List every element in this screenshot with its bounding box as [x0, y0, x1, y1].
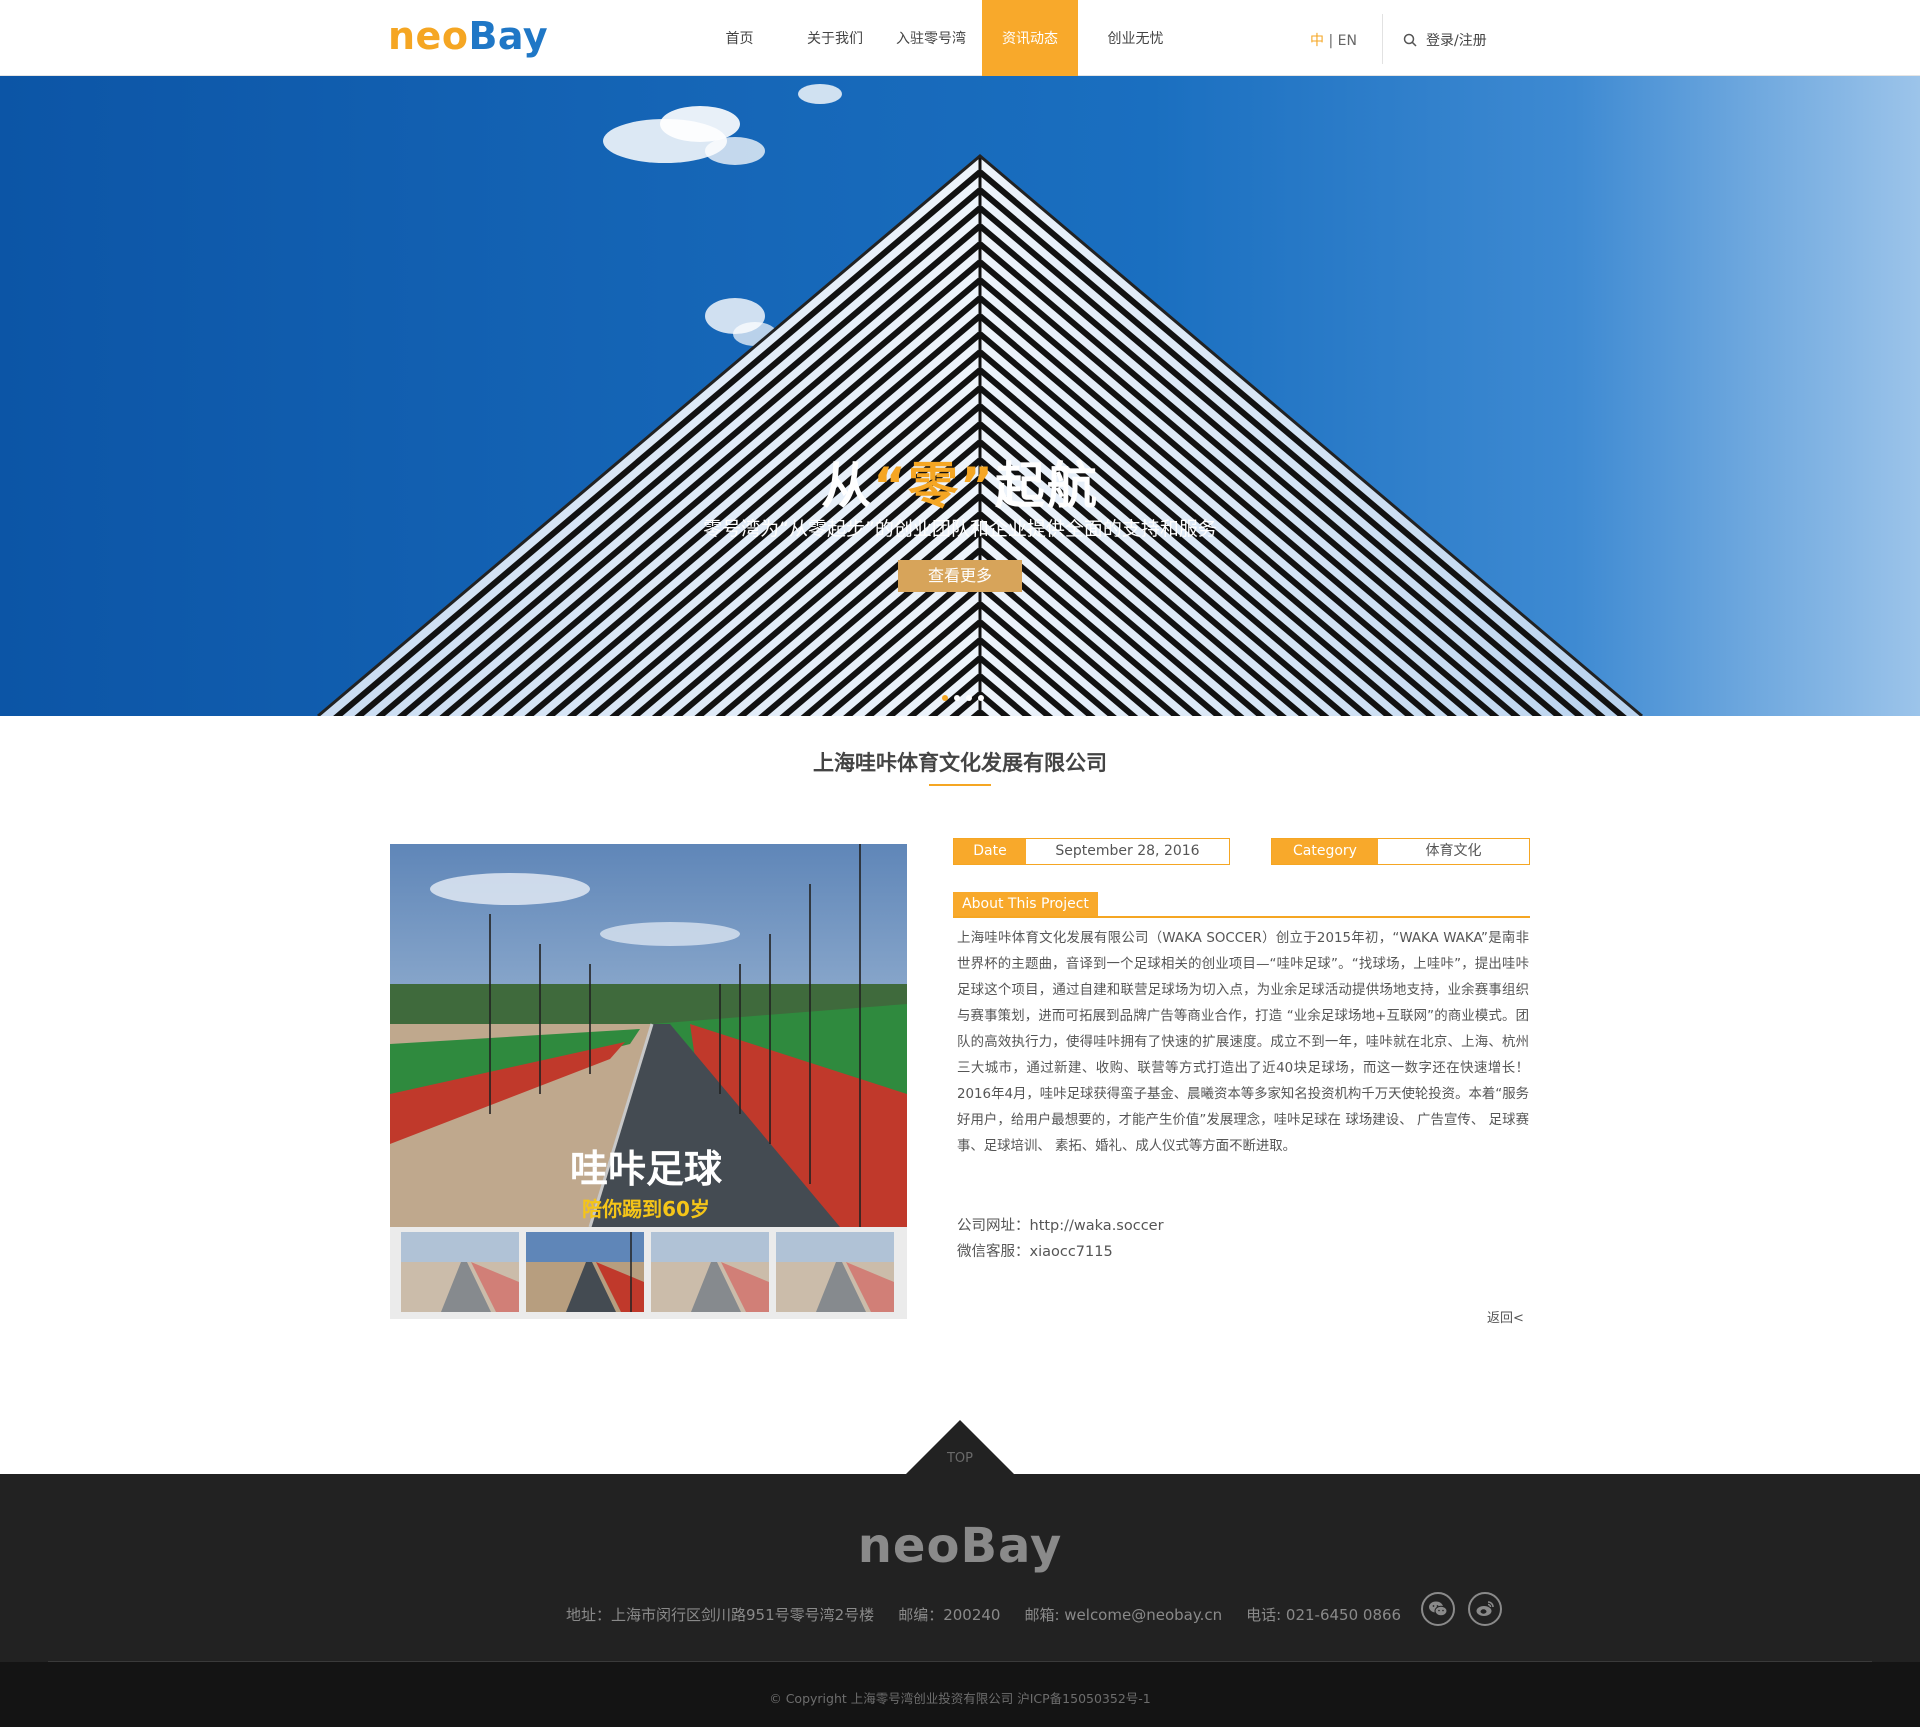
nav-item-about[interactable]: 关于我们 [790, 0, 880, 76]
slider-dot-3[interactable] [966, 695, 972, 701]
slider-dot-4[interactable] [978, 695, 984, 701]
thumbnail-strip [401, 1232, 894, 1312]
hero-subtitle: 零号湾为“从零起步”的创业团队和企业提供全面的支持和服务 [703, 518, 1217, 540]
category-label: Category [1272, 839, 1378, 864]
view-more-button[interactable]: 查看更多 [898, 560, 1022, 592]
page-title: 上海哇咔体育文化发展有限公司 [813, 751, 1107, 775]
nav-item-join[interactable]: 入驻零号湾 [880, 0, 982, 76]
site-footer: neoBay 地址：上海市闵行区剑川路951号零号湾2号楼 邮编：200240 … [0, 1474, 1920, 1662]
thumbnail-1[interactable] [401, 1232, 519, 1312]
photo-caption-sub: 陪你踢到60岁 [582, 1197, 710, 1221]
main-nav: 首页 关于我们 入驻零号湾 资讯动态 创业无忧 [689, 0, 1193, 76]
search-icon[interactable] [1403, 33, 1417, 47]
nav-item-home[interactable]: 首页 [689, 0, 790, 76]
category-value[interactable]: 体育文化 [1378, 839, 1529, 864]
category-box: Category 体育文化 [1271, 838, 1530, 865]
nav-item-startup[interactable]: 创业无忧 [1078, 0, 1193, 76]
footer-phone: 电话: 021-6450 0866 [1246, 1606, 1402, 1624]
weibo-icon[interactable] [1468, 1592, 1502, 1626]
header-divider [1382, 14, 1383, 64]
photo-caption-main: 哇咔足球 [570, 1147, 723, 1191]
slider-dot-2[interactable] [954, 695, 960, 701]
about-tab: About This Project [953, 892, 1098, 916]
login-label: 登录/注册 [1426, 33, 1487, 49]
footer-postcode: 邮编：200240 [898, 1606, 1001, 1624]
back-link[interactable]: 返回< [1487, 1307, 1524, 1326]
slider-dot-1[interactable] [942, 695, 948, 701]
footer-logo: neoBay [857, 1518, 1063, 1574]
project-gallery: 哇咔足球 陪你踢到60岁 [390, 844, 907, 1319]
top-arrow-icon [905, 1420, 1015, 1475]
about-text: 上海哇咔体育文化发展有限公司（WAKA SOCCER）创立于2015年初，“WA… [957, 931, 1529, 1154]
date-label: Date [954, 839, 1026, 864]
date-value: September 28, 2016 [1055, 843, 1200, 859]
copyright-bar: © Copyright 上海零号湾创业投资有限公司 沪ICP备15050352号… [0, 1662, 1920, 1727]
hero-building-image [317, 84, 1643, 716]
site-logo[interactable]: neoBay [388, 14, 548, 58]
thumbnail-2[interactable] [526, 1232, 644, 1312]
copyright-text: © Copyright 上海零号湾创业投资有限公司 沪ICP备15050352号… [769, 1691, 1151, 1706]
slider-dots [942, 695, 984, 701]
wechat-icon[interactable] [1421, 1592, 1455, 1626]
lang-zh[interactable]: 中 [1310, 33, 1324, 49]
hero-title: 从“零”起航 [0, 446, 1920, 518]
top-label: TOP [946, 1451, 973, 1466]
wechat-service: 微信客服：xiaocc7115 [957, 1244, 1113, 1260]
lang-separator: | [1324, 33, 1338, 49]
thumbnail-4[interactable] [776, 1232, 894, 1312]
footer-address: 地址：上海市闵行区剑川路951号零号湾2号楼 [566, 1606, 875, 1624]
lang-en[interactable]: EN [1338, 33, 1357, 49]
footer-contact-info: 地址：上海市闵行区剑川路951号零号湾2号楼 邮编：200240 邮箱: wel… [566, 1604, 1401, 1625]
logo-neo: neo [388, 14, 469, 58]
language-switch: 中 | EN [1310, 30, 1357, 50]
site-header: neoBay 首页 关于我们 入驻零号湾 资讯动态 创业无忧 中 | EN 登录… [0, 0, 1920, 76]
date-box: Date September 28, 2016 [953, 838, 1230, 865]
nav-item-news[interactable]: 资讯动态 [982, 0, 1078, 76]
logo-bay: Bay [468, 14, 549, 58]
back-to-top-button[interactable]: TOP [905, 1420, 1015, 1475]
hero-title-post: 起航 [994, 457, 1099, 515]
thumbnail-3[interactable] [651, 1232, 769, 1312]
login-link[interactable]: 登录/注册 [1403, 30, 1487, 50]
footer-email[interactable]: 邮箱: welcome@neobay.cn [1024, 1604, 1222, 1625]
company-website[interactable]: 公司网址：http://waka.soccer [957, 1214, 1164, 1235]
hero-title-zero: “零” [873, 457, 995, 515]
title-underline [929, 784, 991, 786]
main-photo[interactable]: 哇咔足球 陪你踢到60岁 [390, 844, 907, 1227]
about-header: About This Project [953, 892, 1530, 918]
hero-banner: 从“零”起航 零号湾为“从零起步”的创业团队和企业提供全面的支持和服务 查看更多 [0, 76, 1920, 716]
hero-title-pre: 从 [821, 457, 874, 515]
